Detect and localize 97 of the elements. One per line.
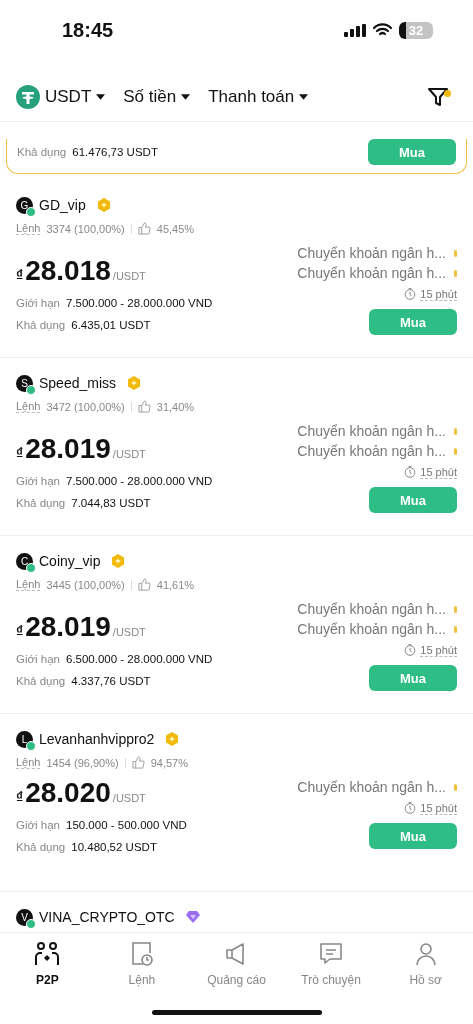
coin-icon — [16, 85, 40, 109]
payment-method: Chuyển khoản ngân h... — [297, 621, 446, 637]
payment-marker — [454, 447, 457, 455]
limit-label: Giới hạn — [16, 819, 60, 831]
payment-method: Chuyển khoản ngân h... — [297, 443, 446, 459]
limit-value: 7.500.000 - 28.000.000 VND — [66, 475, 213, 487]
user-avatar: C — [16, 552, 33, 570]
payment-time: 15 phút — [420, 801, 457, 815]
limit-value: 7.500.000 - 28.000.000 VND — [66, 297, 213, 309]
orders-label: Lệnh — [16, 756, 41, 769]
nav-tab[interactable]: Trò chuyện — [283, 933, 379, 1024]
rating-percent: 45,45% — [156, 222, 195, 235]
caret-icon — [96, 94, 106, 100]
available-value: 7.044,83 USDT — [71, 497, 151, 509]
user-avatar: S — [16, 374, 33, 392]
battery-level: 32 — [399, 21, 433, 39]
filter-icon[interactable] — [426, 85, 450, 109]
limit-label: Giới hạn — [16, 297, 60, 309]
payment-marker — [454, 249, 457, 257]
thumbs-up-icon — [137, 400, 151, 413]
signal-icon — [344, 23, 366, 37]
limit-value: 150.000 - 500.000 VND — [66, 819, 187, 831]
available-value: 6.435,01 USDT — [71, 319, 151, 331]
filter-dropdown[interactable]: Thanh toán — [208, 87, 309, 107]
filter-dropdown[interactable]: Số tiền — [123, 87, 191, 107]
people-icon — [34, 941, 61, 967]
limit-label: Giới hạn — [16, 653, 60, 665]
merchant-name[interactable]: VINA_CRYPTO_OTC — [39, 909, 175, 925]
payment-method: Chuyển khoản ngân h... — [297, 265, 446, 281]
price: 28.019 — [25, 433, 111, 465]
payment-marker — [454, 605, 457, 613]
payment-method: Chuyển khoản ngân h... — [297, 601, 446, 617]
price-unit: /USDT — [112, 448, 146, 460]
available-label: Khả dụng — [16, 675, 66, 687]
rating-percent: 41,61% — [156, 578, 195, 591]
filter-dropdown[interactable]: USDT — [16, 85, 106, 109]
nav-tab[interactable]: P2P — [0, 933, 95, 1024]
limit-value: 6.500.000 - 28.000.000 VND — [66, 653, 213, 665]
orders-count: 3374 (100,00%) — [46, 222, 125, 235]
chat-icon — [318, 941, 345, 967]
caret-icon — [299, 94, 309, 100]
merchant-name[interactable]: Speed_miss — [39, 375, 117, 391]
rating-percent: 94,57% — [150, 756, 188, 769]
available-value: 4.337,76 USDT — [71, 675, 151, 687]
timer-icon — [404, 288, 417, 300]
status-time: 18:45 — [62, 18, 114, 42]
user-avatar: L — [16, 730, 33, 748]
currency-symbol: ₫ — [16, 445, 24, 461]
orders-label: Lệnh — [16, 222, 41, 235]
available-value: 10.480,52 USDT — [71, 841, 157, 853]
orders-count: 3472 (100,00%) — [46, 400, 125, 413]
available-value: 61.476,73 USDT — [72, 146, 158, 158]
payment-marker — [454, 269, 457, 277]
timer-icon — [404, 802, 417, 814]
thumbs-up-icon — [137, 222, 151, 235]
payment-marker — [454, 625, 457, 633]
limit-label: Giới hạn — [16, 475, 60, 487]
orders-label: Lệnh — [16, 400, 41, 413]
payment-time: 15 phút — [420, 465, 457, 479]
merchant-name[interactable]: Levanhanhvippro2 — [39, 731, 155, 747]
rating-percent: 31,40% — [156, 400, 195, 413]
timer-icon — [404, 466, 417, 478]
price: 28.019 — [25, 611, 111, 643]
currency-symbol: ₫ — [16, 789, 24, 805]
merchant-name[interactable]: GD_vip — [39, 197, 86, 213]
timer-icon — [404, 644, 417, 656]
payment-method: Chuyển khoản ngân h... — [297, 779, 446, 795]
orders-label: Lệnh — [16, 578, 41, 591]
available-label: Khả dụng — [16, 497, 66, 509]
payment-marker — [454, 783, 457, 791]
available-label: Khả dụng — [16, 841, 66, 853]
payment-marker — [454, 427, 457, 435]
payment-time: 15 phút — [420, 643, 457, 657]
wifi-icon — [373, 23, 392, 37]
price-unit: /USDT — [112, 626, 146, 638]
nav-tab[interactable]: Quảng cáo — [189, 933, 284, 1024]
orders-count: 3445 (100,00%) — [46, 578, 125, 591]
caret-icon — [181, 94, 191, 100]
payment-method: Chuyển khoản ngân h... — [297, 423, 446, 439]
merchant-name[interactable]: Coiny_vip — [39, 553, 101, 569]
available-label: Khả dụng — [17, 146, 67, 158]
price: 28.020 — [25, 777, 111, 809]
price: 28.018 — [25, 255, 111, 287]
nav-tab[interactable]: Lệnh — [94, 933, 190, 1024]
payment-time: 15 phút — [420, 287, 457, 301]
thumbs-up-icon — [137, 578, 151, 591]
available-label: Khả dụng — [16, 319, 66, 331]
price-unit: /USDT — [112, 792, 146, 804]
thumbs-up-icon — [131, 756, 145, 769]
user-avatar: G — [16, 196, 33, 214]
currency-symbol: ₫ — [16, 623, 24, 639]
payment-method: Chuyển khoản ngân h... — [297, 245, 446, 261]
currency-symbol: ₫ — [16, 267, 24, 283]
orders-count: 1454 (96,90%) — [46, 756, 119, 769]
price-unit: /USDT — [112, 270, 146, 282]
nav-tab[interactable]: Hồ sơ — [378, 933, 473, 1024]
user-avatar: V — [16, 908, 33, 926]
